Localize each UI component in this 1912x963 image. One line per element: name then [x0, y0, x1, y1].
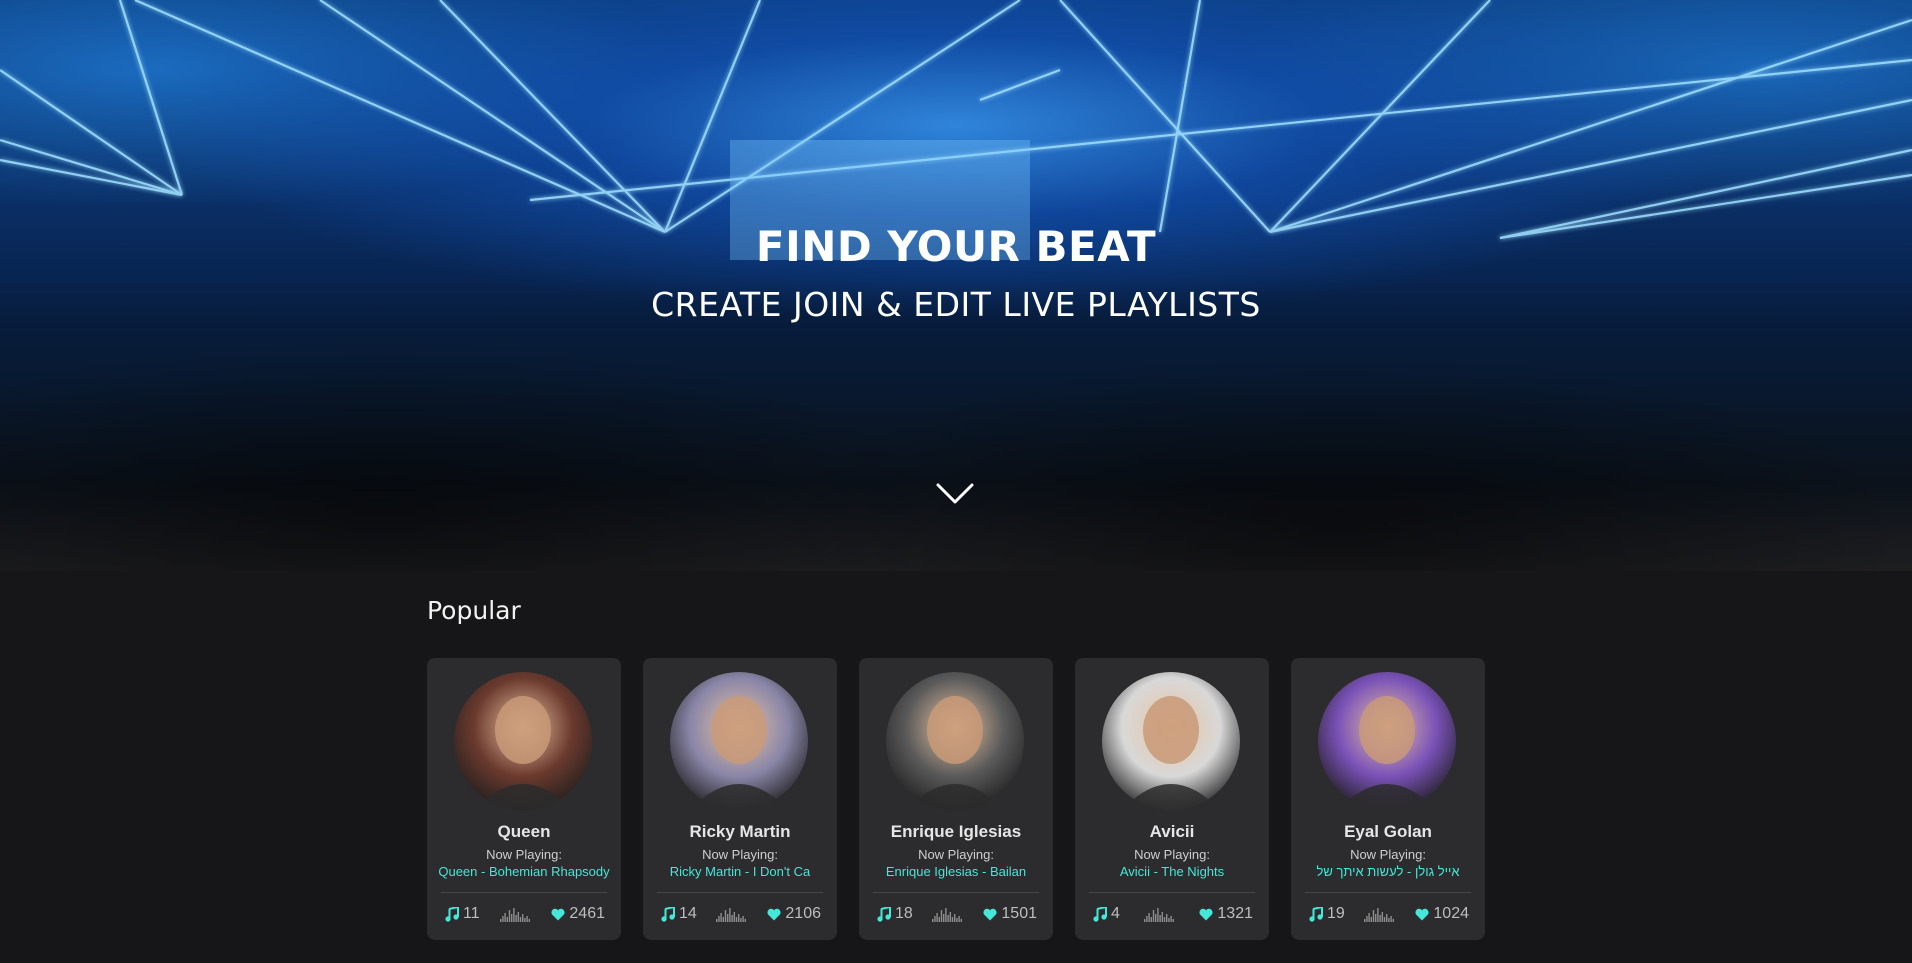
music-note-icon: [1093, 906, 1107, 922]
likes-count-stat: 1321: [1199, 905, 1253, 923]
music-note-icon: [445, 906, 459, 922]
heart-icon[interactable]: [551, 908, 565, 921]
now-playing-track: Avicii - The Nights: [1119, 864, 1225, 879]
card-divider: [1089, 892, 1255, 893]
sound-wave-icon: [1143, 906, 1176, 922]
likes-count-stat: 2461: [551, 905, 605, 923]
music-note-icon: [661, 906, 675, 922]
artist-name: Avicii: [1149, 822, 1195, 841]
now-playing-track: Queen - Bohemian Rhapsody: [438, 864, 610, 879]
now-playing-label: Now Playing:: [1134, 847, 1210, 862]
sound-wave-icon: [1364, 906, 1396, 922]
playlist-card[interactable]: Avicii Now Playing: Avicii - The Nights 4 13…: [1075, 658, 1269, 940]
likes-count-stat: 2106: [767, 905, 821, 923]
card-stats: 11 2461: [445, 902, 605, 926]
likes-count-stat: 1024: [1415, 905, 1469, 923]
artist-name: Queen: [497, 822, 551, 841]
songs-count: 18: [895, 905, 913, 922]
playlist-card[interactable]: Enrique Iglesias Now Playing: Enrique Igle…: [859, 658, 1053, 940]
artist-avatar: [670, 672, 808, 810]
now-playing-label: Now Playing:: [702, 847, 778, 862]
songs-count-stat: 14: [661, 905, 697, 923]
likes-count: 1321: [1217, 905, 1253, 922]
card-stats: 19 1024: [1309, 902, 1469, 926]
hero-banner: FIND YOUR BEAT CREATE JOIN & EDIT LIVE P…: [0, 0, 1912, 571]
now-playing-label: Now Playing:: [918, 847, 994, 862]
songs-count: 4: [1111, 905, 1120, 922]
songs-count: 14: [679, 905, 697, 922]
songs-count-stat: 4: [1093, 905, 1120, 923]
playlist-card[interactable]: Eyal Golan Now Playing: אייל גולן - לעשות …: [1291, 658, 1485, 940]
artist-avatar: [1318, 672, 1456, 810]
likes-count-stat: 1501: [983, 905, 1037, 923]
crowd-silhouette: [0, 281, 1912, 571]
songs-count-stat: 11: [445, 905, 480, 923]
artist-avatar: [886, 672, 1024, 810]
artist-name: Eyal Golan: [1344, 822, 1432, 841]
artist-avatar: [454, 672, 592, 810]
heart-icon[interactable]: [1415, 908, 1429, 921]
likes-count: 1024: [1433, 905, 1469, 922]
likes-count: 2461: [569, 905, 605, 922]
now-playing-track: Ricky Martin - I Don't Ca: [669, 864, 811, 879]
heart-icon[interactable]: [1199, 908, 1213, 921]
music-note-icon: [1309, 906, 1323, 922]
artist-avatar: [1102, 672, 1240, 810]
heart-icon[interactable]: [767, 908, 781, 921]
card-divider: [1305, 892, 1471, 893]
now-playing-label: Now Playing:: [486, 847, 562, 862]
popular-playlists: Queen Now Playing: Queen - Bohemian Rhapso…: [427, 658, 1485, 940]
music-note-icon: [877, 906, 891, 922]
heart-icon[interactable]: [983, 908, 997, 921]
now-playing-track: אייל גולן - לעשות איתך של: [1316, 864, 1460, 879]
likes-count: 1501: [1001, 905, 1037, 922]
songs-count: 19: [1327, 905, 1345, 922]
hero-title: FIND YOUR BEAT: [755, 222, 1157, 271]
now-playing-track: Enrique Iglesias - Bailan: [885, 864, 1027, 879]
card-stats: 14 2106: [661, 902, 821, 926]
artist-name: Ricky Martin: [689, 822, 791, 841]
songs-count: 11: [463, 905, 480, 922]
card-stats: 18 1501: [877, 902, 1037, 926]
songs-count-stat: 19: [1309, 905, 1345, 923]
playlist-card[interactable]: Ricky Martin Now Playing: Ricky Martin - I…: [643, 658, 837, 940]
playlist-card[interactable]: Queen Now Playing: Queen - Bohemian Rhapso…: [427, 658, 621, 940]
card-divider: [873, 892, 1039, 893]
hero-subtitle: CREATE JOIN & EDIT LIVE PLAYLISTS: [651, 285, 1261, 324]
popular-heading: Popular: [427, 596, 521, 625]
now-playing-label: Now Playing:: [1350, 847, 1426, 862]
sound-wave-icon: [932, 906, 964, 922]
likes-count: 2106: [785, 905, 821, 922]
chevron-down-icon[interactable]: [936, 482, 974, 506]
card-divider: [441, 892, 607, 893]
sound-wave-icon: [716, 906, 748, 922]
card-stats: 4 1321: [1093, 902, 1253, 926]
artist-name: Enrique Iglesias: [890, 822, 1022, 841]
sound-wave-icon: [499, 906, 532, 922]
songs-count-stat: 18: [877, 905, 913, 923]
card-divider: [657, 892, 823, 893]
